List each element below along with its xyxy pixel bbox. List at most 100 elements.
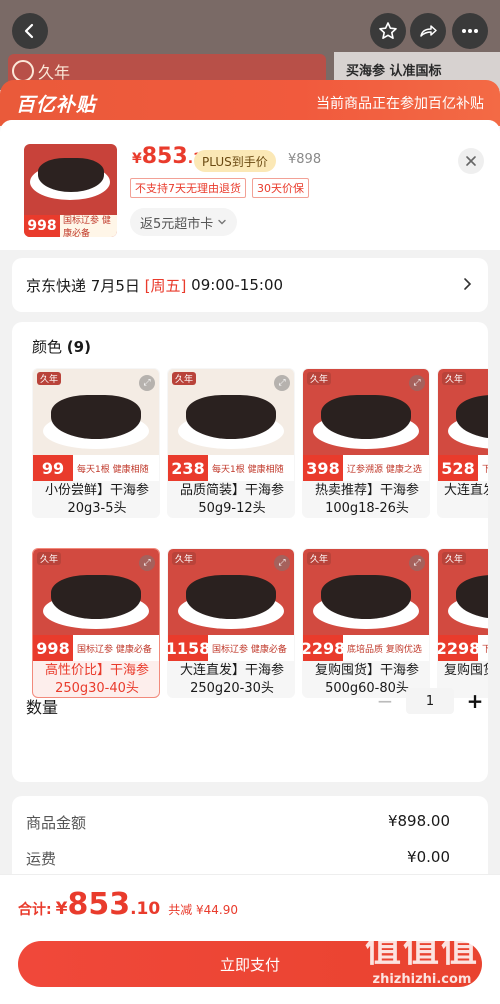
option-price: 398 xyxy=(303,455,343,481)
sea-cucumber-shape xyxy=(51,395,141,439)
option-image: 久年 ⤢ 998 国标辽参 健康必备 xyxy=(33,549,159,661)
option-brand-mark: 久年 xyxy=(37,372,62,385)
quantity-input[interactable]: 1 xyxy=(406,688,454,714)
option-image: 久年 528 下单立减70元 xyxy=(438,369,488,481)
more-button[interactable] xyxy=(452,13,488,49)
shipping-label: 运费 xyxy=(26,850,57,868)
color-option[interactable]: 久年 ⤢ 99 每天1根 健康相随 小份尝鲜】干海参 20g3-5头 xyxy=(32,368,160,518)
product-thumbnail[interactable]: 998 国标辽参 健康必备 xyxy=(24,144,117,237)
option-price: 99 xyxy=(33,455,73,481)
delivery-row[interactable]: 京东快递 7月5日 [周五] 09:00-15:00 xyxy=(12,258,488,312)
color-count: (9) xyxy=(66,338,91,356)
option-tag: 底培品质 复购优选 xyxy=(343,635,429,661)
watermark-logo: 值值值 xyxy=(364,929,479,970)
quantity-minus-button[interactable]: − xyxy=(372,688,398,714)
cashback-label: 返5元超市卡 xyxy=(140,216,214,232)
subsidy-brand: 百亿补贴 xyxy=(16,93,97,116)
option-tag: 下单立减200元 xyxy=(478,635,488,661)
option-label: 大连直发】干海参 250g20-30头 xyxy=(179,663,284,696)
service-tags: 不支持7天无理由退货 30天价保 xyxy=(130,178,309,198)
option-label: 高性价比】干海参 250g30-40头 xyxy=(44,663,149,696)
sea-cucumber-shape xyxy=(51,575,141,619)
seal-icon xyxy=(12,60,34,82)
goods-amount-label: 商品金额 xyxy=(26,814,87,832)
thumbnail-price: 998 xyxy=(24,215,60,237)
option-brand-mark: 久年 xyxy=(442,552,467,565)
option-price: 1158 xyxy=(168,635,210,661)
sea-cucumber-shape xyxy=(38,158,104,192)
option-brand-mark: 久年 xyxy=(172,552,197,565)
option-image: 久年 ⤢ 2298 底培品质 复购优选 xyxy=(303,549,429,661)
option-price: 998 xyxy=(33,635,73,661)
option-label: 品质简装】干海参 50g9-12头 xyxy=(179,483,284,516)
shipping-value: ¥0.00 xyxy=(407,848,450,866)
product-price: ¥ 853 .1 xyxy=(132,144,203,169)
share-button[interactable] xyxy=(410,13,446,49)
star-icon xyxy=(379,22,397,39)
option-label: 小份尝鲜】干海参 20g3-5头 xyxy=(44,483,149,516)
total-currency: ¥ xyxy=(55,899,68,919)
option-label: 大连直发 xyxy=(444,483,488,498)
back-button[interactable] xyxy=(12,13,48,49)
option-tag: 下单立减70元 xyxy=(478,455,488,481)
favorite-button[interactable] xyxy=(370,13,406,49)
site-watermark: 值值值 zhizhizhi.com xyxy=(352,920,492,998)
price-summary: 商品金额 ¥898.00 运费 ¥0.00 xyxy=(12,796,488,886)
color-option[interactable]: 久年 ⤢ 2298 底培品质 复购优选 复购囤货】干海参 500g60-80头 xyxy=(302,548,430,698)
product-page-header: 久年 买海参 认准国标 xyxy=(0,0,500,90)
share-icon xyxy=(420,25,437,37)
expand-icon[interactable]: ⤢ xyxy=(409,555,425,571)
color-option-selected[interactable]: 久年 ⤢ 998 国标辽参 健康必备 高性价比】干海参 250g30-40头 xyxy=(32,548,160,698)
sea-cucumber-shape xyxy=(321,575,411,619)
price-currency: ¥ xyxy=(132,151,142,167)
option-price: 528 xyxy=(438,455,478,481)
price-protect-tag: 30天价保 xyxy=(252,178,309,198)
expand-icon[interactable]: ⤢ xyxy=(139,555,155,571)
purchase-sheet: 998 国标辽参 健康必备 ¥ 853 .1 PLUS到手价 ¥898 不支持7… xyxy=(0,120,500,1004)
original-price: ¥898 xyxy=(288,152,322,167)
total-amount: 合计: ¥ 853 .10 共减 ¥44.90 xyxy=(18,887,238,922)
total-integer: 853 xyxy=(67,887,131,922)
option-tag: 每天1根 健康相随 xyxy=(208,455,294,481)
cashback-selector[interactable]: 返5元超市卡 xyxy=(130,208,238,236)
total-discount: 共减 ¥44.90 xyxy=(168,903,239,917)
option-brand-mark: 久年 xyxy=(442,372,467,385)
expand-icon[interactable]: ⤢ xyxy=(139,375,155,391)
close-button[interactable] xyxy=(458,148,484,174)
quantity-plus-button[interactable]: + xyxy=(462,688,488,714)
color-title: 颜色 (9) xyxy=(32,336,91,357)
promo-banner-text: 买海参 认准国标 xyxy=(346,64,442,79)
option-tag: 辽参溯源 健康之选 xyxy=(343,455,429,481)
option-image: 久年 ⤢ 99 每天1根 健康相随 xyxy=(33,369,159,481)
option-tag: 国标辽参 健康必备 xyxy=(73,635,159,661)
price-integer: 853 xyxy=(141,144,188,169)
expand-icon[interactable]: ⤢ xyxy=(409,375,425,391)
color-option[interactable]: 久年 2298 下单立减200元 复购囤货 500g xyxy=(437,548,488,698)
color-option[interactable]: 久年 ⤢ 1158 国标辽参 健康必备 大连直发】干海参 250g20-30头 xyxy=(167,548,295,698)
option-tag: 每天1根 健康相随 xyxy=(73,455,159,481)
option-image: 久年 ⤢ 238 每天1根 健康相随 xyxy=(168,369,294,481)
option-image: 久年 2298 下单立减200元 xyxy=(438,549,488,661)
option-brand-mark: 久年 xyxy=(307,372,332,385)
sea-cucumber-shape xyxy=(186,575,276,619)
option-brand-mark: 久年 xyxy=(307,552,332,565)
color-title-label: 颜色 xyxy=(32,338,63,356)
expand-icon[interactable]: ⤢ xyxy=(274,375,290,391)
chevron-right-icon xyxy=(464,278,472,290)
color-option[interactable]: 久年 ⤢ 398 辽参溯源 健康之选 热卖推荐】干海参 100g18-26头 xyxy=(302,368,430,518)
color-option[interactable]: 久年 528 下单立减70元 大连直发 xyxy=(437,368,488,518)
delivery-carrier: 京东快递 xyxy=(26,276,87,295)
goods-amount-row: 商品金额 ¥898.00 xyxy=(26,812,472,833)
delivery-weekday: [周五] xyxy=(144,276,187,295)
plus-price-badge: PLUS到手价 xyxy=(194,150,276,172)
shipping-row: 运费 ¥0.00 xyxy=(26,848,472,869)
option-image: 久年 ⤢ 398 辽参溯源 健康之选 xyxy=(303,369,429,481)
chevron-down-icon xyxy=(218,219,226,225)
quantity-stepper: − 1 + xyxy=(372,688,488,714)
option-price: 2298 xyxy=(303,635,345,661)
close-icon xyxy=(466,156,476,166)
option-brand-mark: 久年 xyxy=(37,552,62,565)
total-label: 合计: xyxy=(18,902,52,918)
expand-icon[interactable]: ⤢ xyxy=(274,555,290,571)
color-option[interactable]: 久年 ⤢ 238 每天1根 健康相随 品质简装】干海参 50g9-12头 xyxy=(167,368,295,518)
